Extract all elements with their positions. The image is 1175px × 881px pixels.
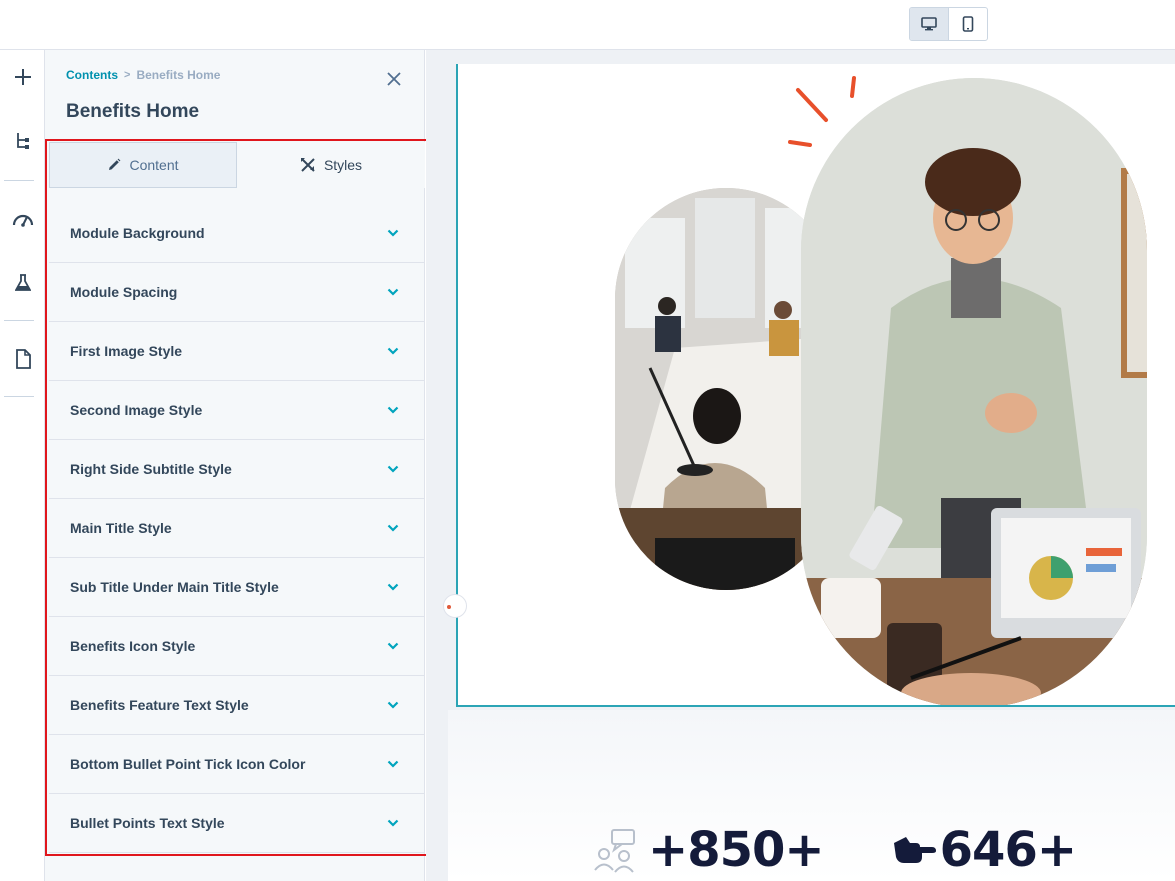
chevron-down-icon	[386, 698, 400, 712]
chevron-down-icon	[386, 816, 400, 830]
section-first-image-style[interactable]: First Image Style	[49, 322, 424, 381]
stats-row: +850+ 646+	[592, 822, 1077, 878]
section-label: Second Image Style	[70, 402, 203, 418]
tab-content-label: Content	[129, 157, 179, 173]
section-second-image-style[interactable]: Second Image Style	[49, 381, 424, 440]
section-label: Module Background	[70, 225, 205, 241]
rail-divider	[4, 396, 34, 397]
section-right-side-subtitle-style[interactable]: Right Side Subtitle Style	[49, 440, 424, 499]
rail-divider	[4, 180, 34, 181]
plus-icon	[14, 69, 31, 85]
section-label: Main Title Style	[70, 520, 172, 536]
stat-item: +850+	[592, 822, 825, 878]
section-label: Sub Title Under Main Title Style	[70, 579, 279, 595]
stat-value-850: +850+	[648, 822, 825, 878]
page-settings-button[interactable]	[0, 344, 45, 374]
presenter-photo-illustration	[801, 78, 1147, 705]
chevron-down-icon	[386, 462, 400, 476]
style-sections-accordion: Module Background Module Spacing First I…	[49, 204, 424, 853]
styles-icon	[300, 158, 315, 172]
section-label: Right Side Subtitle Style	[70, 461, 232, 477]
flask-icon	[14, 274, 31, 291]
section-benefits-icon-style[interactable]: Benefits Icon Style	[49, 617, 424, 676]
top-bar	[0, 0, 1175, 50]
test-button[interactable]	[0, 268, 45, 298]
chevron-down-icon	[386, 403, 400, 417]
panel-resize-handle[interactable]	[443, 594, 467, 618]
section-label: Benefits Icon Style	[70, 638, 196, 654]
selected-module-frame[interactable]	[456, 64, 1175, 707]
section-label: Module Spacing	[70, 284, 178, 300]
pencil-icon	[109, 158, 121, 170]
section-benefits-feature-text-style[interactable]: Benefits Feature Text Style	[49, 676, 424, 735]
module-editor-panel: Contents > Benefits Home Benefits Home C…	[45, 50, 425, 881]
page-preview	[426, 50, 1175, 881]
breadcrumb: Contents > Benefits Home	[66, 68, 220, 82]
stat-item: 646+	[892, 822, 1077, 878]
rail-divider	[4, 320, 34, 321]
section-sub-title-style[interactable]: Sub Title Under Main Title Style	[49, 558, 424, 617]
device-toggle	[909, 7, 988, 41]
stat-value-646: 646+	[939, 822, 1077, 878]
editor-tabs: Content Styles	[49, 142, 425, 188]
section-module-background[interactable]: Module Background	[49, 204, 424, 263]
section-bullet-points-text-style[interactable]: Bullet Points Text Style	[49, 794, 424, 853]
section-label: First Image Style	[70, 343, 183, 359]
chevron-down-icon	[386, 226, 400, 240]
second-image-presenter-photo[interactable]	[801, 78, 1147, 705]
section-label: Bottom Bullet Point Tick Icon Color	[70, 756, 306, 772]
tree-icon	[16, 133, 29, 149]
chevron-down-icon	[386, 521, 400, 535]
mobile-icon	[962, 16, 974, 32]
tab-content[interactable]: Content	[49, 142, 237, 188]
left-tool-rail	[0, 50, 45, 881]
desktop-icon	[920, 17, 937, 31]
breadcrumb-separator: >	[124, 69, 131, 81]
section-module-spacing[interactable]: Module Spacing	[49, 263, 424, 322]
tab-styles-label: Styles	[323, 157, 363, 173]
mobile-view-button[interactable]	[949, 8, 988, 40]
section-bottom-bullet-tick-icon-color[interactable]: Bottom Bullet Point Tick Icon Color	[49, 735, 424, 794]
optimize-button[interactable]	[0, 204, 45, 234]
add-module-button[interactable]	[0, 62, 45, 92]
breadcrumb-current: Benefits Home	[136, 68, 221, 82]
chevron-down-icon	[386, 344, 400, 358]
close-icon	[387, 72, 401, 86]
layers-tree-button[interactable]	[0, 126, 45, 156]
section-label: Benefits Feature Text Style	[70, 697, 249, 713]
panel-title: Benefits Home	[66, 101, 200, 122]
section-label: Bullet Points Text Style	[70, 815, 225, 831]
chevron-down-icon	[386, 285, 400, 299]
breadcrumb-contents-link[interactable]: Contents	[66, 68, 118, 82]
speedometer-icon	[12, 214, 33, 227]
chevron-down-icon	[386, 580, 400, 594]
close-panel-button[interactable]	[385, 70, 403, 88]
people-chat-icon	[594, 829, 635, 873]
tab-styles[interactable]: Styles	[237, 142, 425, 188]
page-icon	[15, 349, 31, 369]
chevron-down-icon	[386, 639, 400, 653]
pointing-hand-icon	[893, 837, 936, 863]
desktop-view-button[interactable]	[910, 8, 949, 40]
chevron-down-icon	[386, 757, 400, 771]
section-main-title-style[interactable]: Main Title Style	[49, 499, 424, 558]
